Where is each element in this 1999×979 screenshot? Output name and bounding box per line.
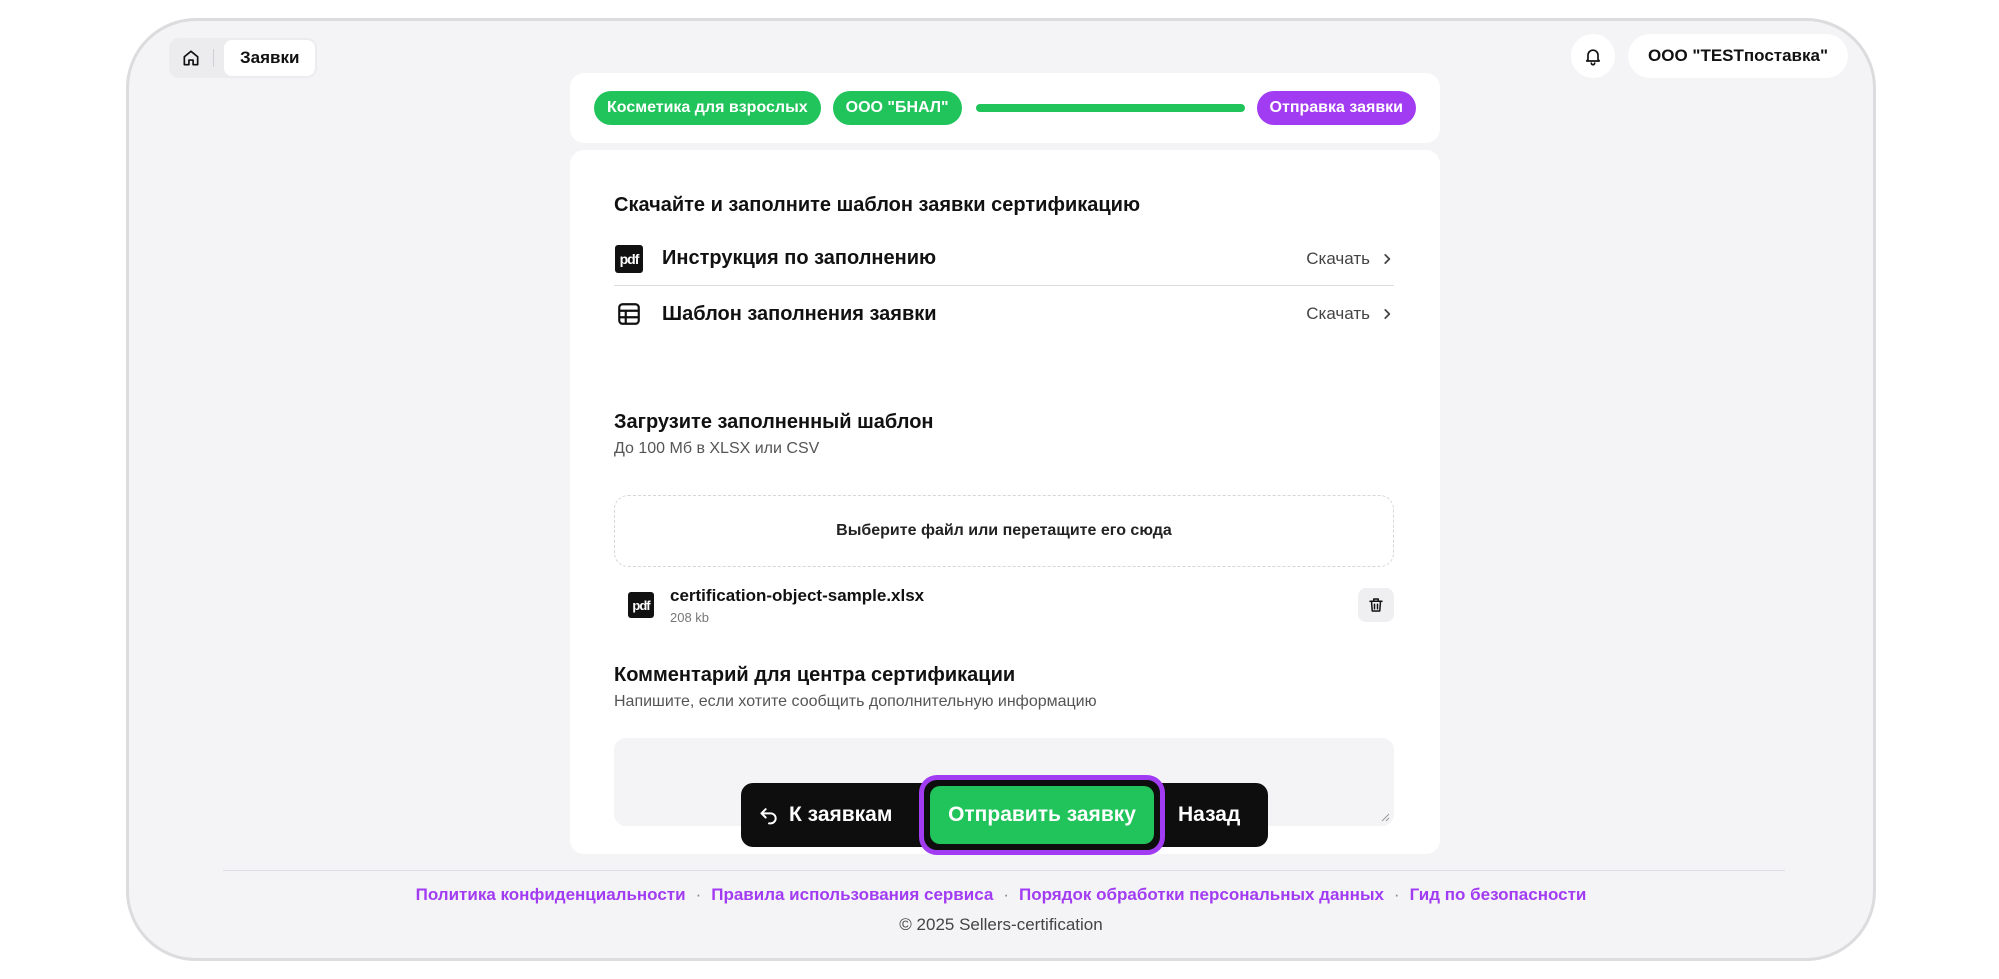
- breadcrumb-separator: [213, 49, 214, 67]
- footer-link-security-guide[interactable]: Гид по безопасности: [1410, 885, 1587, 905]
- comment-section-title: Комментарий для центра сертификации: [614, 664, 1016, 686]
- table-icon: [614, 299, 644, 329]
- bell-icon: [1585, 49, 1601, 66]
- step-submit-application: Отправка заявки: [1256, 91, 1416, 125]
- chevron-right-icon: [1384, 309, 1391, 319]
- footer-separator: ·: [695, 885, 702, 904]
- download-link[interactable]: Скачать: [1306, 249, 1394, 269]
- submit-application-button[interactable]: Отправить заявку: [930, 786, 1154, 844]
- uploaded-file: pdf certification-object-sample.xlsx 208…: [628, 580, 1394, 630]
- download-row-template[interactable]: Шаблон заполнения заявки Скачать: [614, 287, 1394, 341]
- upload-section-subtitle: До 100 Мб в XLSX или CSV: [614, 440, 820, 457]
- footer-link-personal-data[interactable]: Порядок обработки персональных данных: [1019, 885, 1384, 905]
- stepper: Косметика для взрослых ООО "БНАЛ" Отправ…: [570, 73, 1440, 143]
- download-link[interactable]: Скачать: [1306, 304, 1394, 324]
- return-arrow-icon: [760, 808, 777, 825]
- previous-step-button[interactable]: Назад: [1178, 783, 1240, 847]
- back-to-applications-button[interactable]: К заявкам: [759, 783, 892, 847]
- upload-section-title: Загрузите заполненный шаблон: [614, 411, 934, 433]
- download-row-label: Инструкция по заполнению: [662, 247, 937, 269]
- app-frame: Заявки ООО "TESTпоставка" Косметика для …: [126, 18, 1876, 961]
- footer-link-terms[interactable]: Правила использования сервиса: [711, 885, 993, 905]
- step-certification-center[interactable]: ООО "БНАЛ": [832, 91, 962, 125]
- delete-file-button[interactable]: [1358, 588, 1394, 622]
- file-name: certification-object-sample.xlsx: [670, 585, 925, 605]
- back-to-applications-label: К заявкам: [789, 803, 893, 826]
- submit-focus-ring: Отправить заявку: [919, 775, 1165, 855]
- footer-separator: ·: [1003, 885, 1009, 904]
- chevron-right-icon: [1384, 253, 1391, 264]
- home-icon: [183, 50, 199, 66]
- footer-separator: ·: [1393, 885, 1400, 904]
- step-category[interactable]: Косметика для взрослых: [594, 91, 821, 125]
- footer-link-privacy[interactable]: Политика конфиденциальности: [416, 885, 686, 905]
- file-icon: pdf: [628, 592, 654, 618]
- footer-divider: [223, 870, 1785, 871]
- copyright: © 2025 Sellers-certification: [899, 915, 1103, 934]
- application-form-card: Скачайте и заполните шаблон заявки серти…: [570, 150, 1440, 854]
- organization-menu[interactable]: ООО "TESTпоставка": [1628, 34, 1849, 78]
- download-section-title: Скачайте и заполните шаблон заявки серти…: [614, 194, 1141, 216]
- file-size: 208 kb: [670, 609, 710, 625]
- comment-section-subtitle: Напишите, если хотите сообщить дополните…: [614, 693, 1097, 710]
- download-link-label: Скачать: [1306, 304, 1370, 323]
- trash-icon: [1369, 598, 1383, 612]
- resize-grip-icon[interactable]: [1380, 812, 1390, 822]
- breadcrumb-item-applications[interactable]: Заявки: [224, 40, 316, 76]
- home-button[interactable]: [169, 38, 213, 78]
- file-dropzone[interactable]: Выберите файл или перетащите его сюда: [614, 495, 1394, 567]
- download-row-instruction[interactable]: pdf Инструкция по заполнению Скачать: [614, 232, 1394, 286]
- action-bar: К заявкам Отправить заявку Назад: [741, 775, 1268, 855]
- pdf-icon: pdf: [614, 244, 644, 274]
- download-link-label: Скачать: [1306, 248, 1370, 268]
- breadcrumb: Заявки: [169, 38, 318, 78]
- footer-links: Политика конфиденциальности · Правила ис…: [129, 885, 1873, 905]
- step-progress-bar: [975, 104, 1245, 112]
- download-row-label: Шаблон заполнения заявки: [662, 302, 937, 325]
- notifications-button[interactable]: [1571, 34, 1615, 78]
